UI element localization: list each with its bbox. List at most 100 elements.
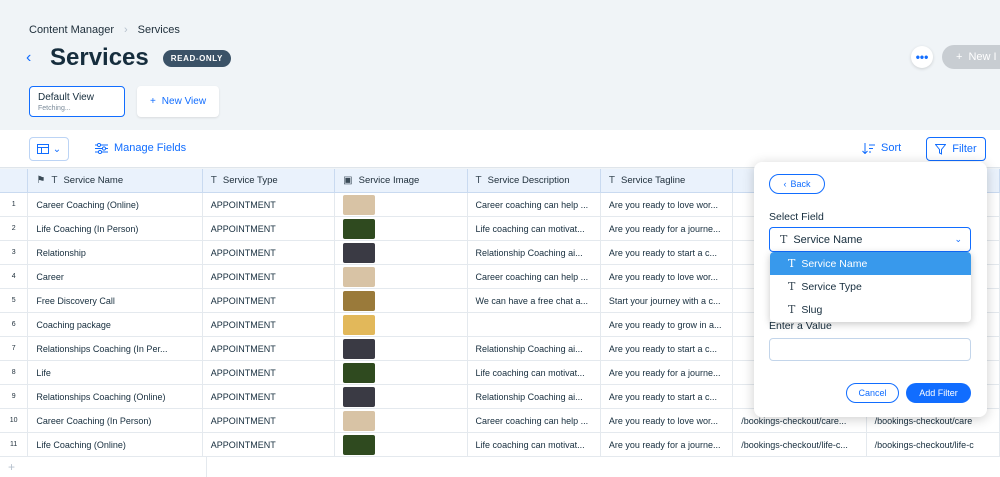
cell-service-tagline[interactable]: Are you ready for a journe...: [601, 217, 734, 240]
cell-service-image[interactable]: [335, 241, 468, 264]
back-button[interactable]: ‹ Back: [769, 174, 825, 194]
cell-service-tagline[interactable]: Are you ready for a journe...: [601, 361, 734, 384]
layout-toggle-button[interactable]: ⌄: [29, 137, 69, 161]
cell-service-description[interactable]: Life coaching can motivat...: [468, 433, 601, 456]
cell-service-name[interactable]: Career Coaching (Online): [28, 193, 203, 216]
cell-service-image[interactable]: [335, 217, 468, 240]
cell-service-name[interactable]: Relationships Coaching (In Per...: [28, 337, 203, 360]
filter-label: Filter: [952, 143, 977, 155]
cell-service-name[interactable]: Life Coaching (Online): [28, 433, 203, 456]
filter-button[interactable]: Filter: [926, 137, 986, 161]
cell-service-tagline[interactable]: Are you ready to start a c...: [601, 337, 734, 360]
row-number[interactable]: 4: [0, 265, 29, 288]
more-actions-button[interactable]: •••: [911, 46, 933, 68]
option-slug[interactable]: T Slug: [770, 298, 971, 321]
cell-service-tagline[interactable]: Are you ready to start a c...: [601, 241, 734, 264]
cell-service-image[interactable]: [335, 385, 468, 408]
cell-service-type[interactable]: APPOINTMENT: [203, 337, 336, 360]
field-select[interactable]: T Service Name ⌄: [769, 227, 971, 252]
cell-service-name[interactable]: Free Discovery Call: [28, 289, 203, 312]
cell-service-description[interactable]: Life coaching can motivat...: [468, 361, 601, 384]
cell-service-name[interactable]: Career Coaching (In Person): [28, 409, 203, 432]
cell-service-tagline[interactable]: Are you ready for a journe...: [601, 433, 734, 456]
cell-service-type[interactable]: APPOINTMENT: [203, 433, 336, 456]
filter-value-input[interactable]: [769, 338, 971, 361]
row-number[interactable]: 9: [0, 385, 29, 408]
cell-url[interactable]: /bookings-checkout/life-c: [867, 433, 1000, 456]
cell-service-type[interactable]: APPOINTMENT: [203, 289, 336, 312]
column-header-service-description[interactable]: T Service Description: [468, 169, 601, 192]
table-icon: [36, 144, 49, 154]
chevron-right-icon: ›: [124, 24, 128, 36]
row-number[interactable]: 11: [0, 433, 29, 456]
cell-service-type[interactable]: APPOINTMENT: [203, 409, 336, 432]
row-number[interactable]: 3: [0, 241, 29, 264]
row-number[interactable]: 6: [0, 313, 29, 336]
row-number[interactable]: 8: [0, 361, 29, 384]
view-tab-default[interactable]: Default View Fetching...: [29, 86, 125, 117]
breadcrumb-root[interactable]: Content Manager: [29, 24, 114, 36]
column-header-service-name[interactable]: ⚑ T Service Name: [28, 169, 203, 192]
cell-service-tagline[interactable]: Are you ready to love wor...: [601, 265, 734, 288]
cell-service-image[interactable]: [335, 361, 468, 384]
new-view-button[interactable]: + New View: [137, 86, 219, 117]
cell-service-type[interactable]: APPOINTMENT: [203, 313, 336, 336]
cell-service-type[interactable]: APPOINTMENT: [203, 385, 336, 408]
cell-service-image[interactable]: [335, 193, 468, 216]
cell-service-name[interactable]: Life Coaching (In Person): [28, 217, 203, 240]
cell-service-image[interactable]: [335, 313, 468, 336]
row-number[interactable]: 5: [0, 289, 29, 312]
cell-service-description[interactable]: Career coaching can help ...: [468, 409, 601, 432]
add-filter-button[interactable]: Add Filter: [906, 383, 971, 403]
row-number[interactable]: 2: [0, 217, 29, 240]
cell-service-description[interactable]: Life coaching can motivat...: [468, 217, 601, 240]
cell-service-description[interactable]: Relationship Coaching ai...: [468, 241, 601, 264]
new-item-button[interactable]: + New I: [942, 45, 1000, 69]
cell-service-name[interactable]: Life: [28, 361, 203, 384]
cell-service-description[interactable]: [468, 313, 601, 336]
manage-fields-button[interactable]: Manage Fields: [95, 142, 186, 154]
cell-service-type[interactable]: APPOINTMENT: [203, 217, 336, 240]
cell-service-description[interactable]: Career coaching can help ...: [468, 193, 601, 216]
column-header-service-type[interactable]: T Service Type: [203, 169, 336, 192]
cell-service-image[interactable]: [335, 265, 468, 288]
cell-service-name[interactable]: Relationship: [28, 241, 203, 264]
cell-service-name[interactable]: Career: [28, 265, 203, 288]
cell-service-tagline[interactable]: Are you ready to love wor...: [601, 193, 734, 216]
service-thumbnail: [343, 338, 376, 359]
cell-service-name[interactable]: Coaching package: [28, 313, 203, 336]
cell-service-description[interactable]: Relationship Coaching ai...: [468, 337, 601, 360]
cell-service-name[interactable]: Relationships Coaching (Online): [28, 385, 203, 408]
column-header-service-image[interactable]: ▣ Service Image: [335, 169, 468, 192]
cell-service-type[interactable]: APPOINTMENT: [203, 361, 336, 384]
cell-service-type[interactable]: APPOINTMENT: [203, 265, 336, 288]
cell-service-tagline[interactable]: Are you ready to start a c...: [601, 385, 734, 408]
cell-service-type[interactable]: APPOINTMENT: [203, 241, 336, 264]
table-row[interactable]: 11 Life Coaching (Online) APPOINTMENT Life …: [0, 433, 1000, 457]
cell-service-tagline[interactable]: Start your journey with a c...: [601, 289, 734, 312]
cell-service-image[interactable]: [335, 337, 468, 360]
cell-service-image[interactable]: [335, 289, 468, 312]
option-service-name[interactable]: T Service Name: [770, 252, 971, 275]
row-number[interactable]: 1: [0, 193, 29, 216]
sort-button[interactable]: Sort: [862, 142, 901, 154]
cell-service-description[interactable]: We can have a free chat a...: [468, 289, 601, 312]
service-thumbnail: [343, 314, 376, 335]
cell-hidden[interactable]: /bookings-checkout/life-c...: [733, 433, 867, 456]
back-arrow-icon[interactable]: ‹: [26, 49, 46, 67]
cell-service-image[interactable]: [335, 433, 468, 456]
column-header-service-tagline[interactable]: T Service Tagline: [601, 169, 734, 192]
row-number[interactable]: 10: [0, 409, 29, 432]
cell-service-description[interactable]: Career coaching can help ...: [468, 265, 601, 288]
cell-service-tagline[interactable]: Are you ready to grow in a...: [601, 313, 734, 336]
service-thumbnail: [343, 362, 376, 383]
cell-service-type[interactable]: APPOINTMENT: [203, 193, 336, 216]
row-number[interactable]: 7: [0, 337, 29, 360]
cell-service-image[interactable]: [335, 409, 468, 432]
cell-service-description[interactable]: Relationship Coaching ai...: [468, 385, 601, 408]
add-row-button[interactable]: +: [0, 457, 207, 477]
option-service-type[interactable]: T Service Type: [770, 275, 971, 298]
plus-icon: +: [8, 460, 16, 474]
cell-service-tagline[interactable]: Are you ready to love wor...: [601, 409, 734, 432]
cancel-button[interactable]: Cancel: [846, 383, 899, 403]
